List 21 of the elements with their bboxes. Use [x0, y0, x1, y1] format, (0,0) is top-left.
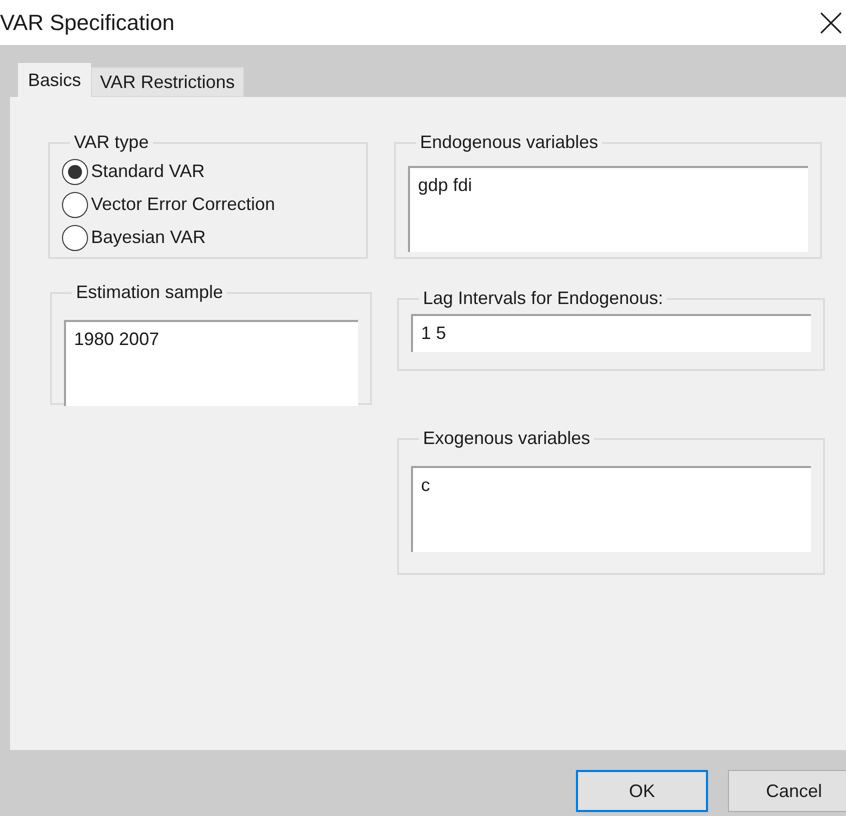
tab[interactable]: VAR Restrictions [91, 67, 244, 97]
radio-label: Standard VAR [91, 160, 205, 183]
close-icon[interactable] [820, 12, 842, 34]
window-title: VAR Specification [0, 9, 174, 37]
dialog-button[interactable]: OK [576, 770, 708, 812]
text-field[interactable]: c [411, 466, 811, 552]
radio-button[interactable] [62, 224, 88, 250]
radio-button[interactable] [62, 158, 88, 184]
radio-label: Vector Error Correction [91, 193, 276, 216]
group-label: Estimation sample [75, 281, 224, 304]
text-field[interactable]: 1 5 [411, 314, 811, 352]
text-field[interactable]: gdp fdi [408, 166, 808, 252]
dialog-button[interactable]: Cancel [728, 770, 846, 812]
text-field[interactable]: 1980 2007 [64, 320, 358, 406]
tab[interactable]: Basics [18, 63, 92, 97]
group-label: Lag Intervals for Endogenous: [422, 287, 664, 310]
group-label: VAR type [73, 131, 150, 154]
radio-button[interactable] [62, 192, 88, 218]
group-label: Endogenous variables [419, 131, 600, 154]
group-label: Exogenous variables [422, 427, 592, 450]
radio-label: Bayesian VAR [91, 226, 206, 249]
